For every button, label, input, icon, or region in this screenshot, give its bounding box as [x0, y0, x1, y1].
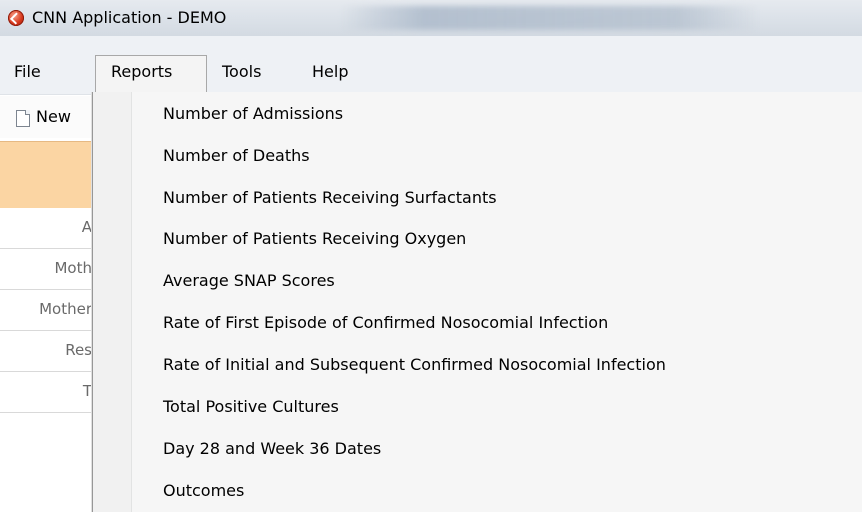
menu-file[interactable]: File [14, 62, 41, 81]
nav-row-label: Mother [39, 300, 92, 318]
nav-row[interactable]: T [0, 372, 96, 413]
window-title: CNN Application - DEMO [32, 8, 227, 27]
nav-row[interactable]: Res [0, 331, 96, 372]
menu-bar-background [0, 36, 862, 54]
nav-row[interactable]: Mother [0, 290, 96, 331]
menu-item-day28-week36-dates[interactable]: Day 28 and Week 36 Dates [163, 439, 381, 458]
nav-row-label: Moth [54, 259, 92, 277]
menu-item-rate-initial-subsequent-infection[interactable]: Rate of Initial and Subsequent Confirmed… [163, 355, 666, 374]
menu-item-total-positive-cultures[interactable]: Total Positive Cultures [163, 397, 339, 416]
menu-item-rate-first-episode-infection[interactable]: Rate of First Episode of Confirmed Nosoc… [163, 313, 608, 332]
menu-item-outcomes[interactable]: Outcomes [163, 481, 244, 500]
header-band [0, 141, 96, 209]
nav-row-label: A [81, 218, 92, 236]
menu-item-number-of-admissions[interactable]: Number of Admissions [163, 104, 343, 123]
nav-row[interactable]: Moth [0, 249, 96, 290]
menu-item-patients-receiving-oxygen[interactable]: Number of Patients Receiving Oxygen [163, 229, 466, 248]
nav-row-label: Res [65, 341, 92, 359]
new-button[interactable]: New [36, 107, 71, 126]
reports-dropdown-menu: Number of Admissions Number of Deaths Nu… [92, 92, 862, 512]
app-logo-icon[interactable] [8, 10, 24, 26]
menu-reports[interactable]: Reports [111, 62, 172, 81]
new-document-icon[interactable] [16, 110, 30, 127]
title-bar: CNN Application - DEMO [0, 0, 862, 36]
menu-tools[interactable]: Tools [222, 62, 261, 81]
menu-item-number-of-deaths[interactable]: Number of Deaths [163, 146, 310, 165]
menu-help[interactable]: Help [312, 62, 348, 81]
nav-row-label: T [82, 382, 92, 400]
blurred-title-region [340, 6, 760, 30]
menu-icon-gutter [93, 92, 132, 512]
nav-row[interactable]: A [0, 208, 96, 249]
menu-item-average-snap-scores[interactable]: Average SNAP Scores [163, 271, 335, 290]
menu-item-patients-receiving-surfactants[interactable]: Number of Patients Receiving Surfactants [163, 188, 497, 207]
